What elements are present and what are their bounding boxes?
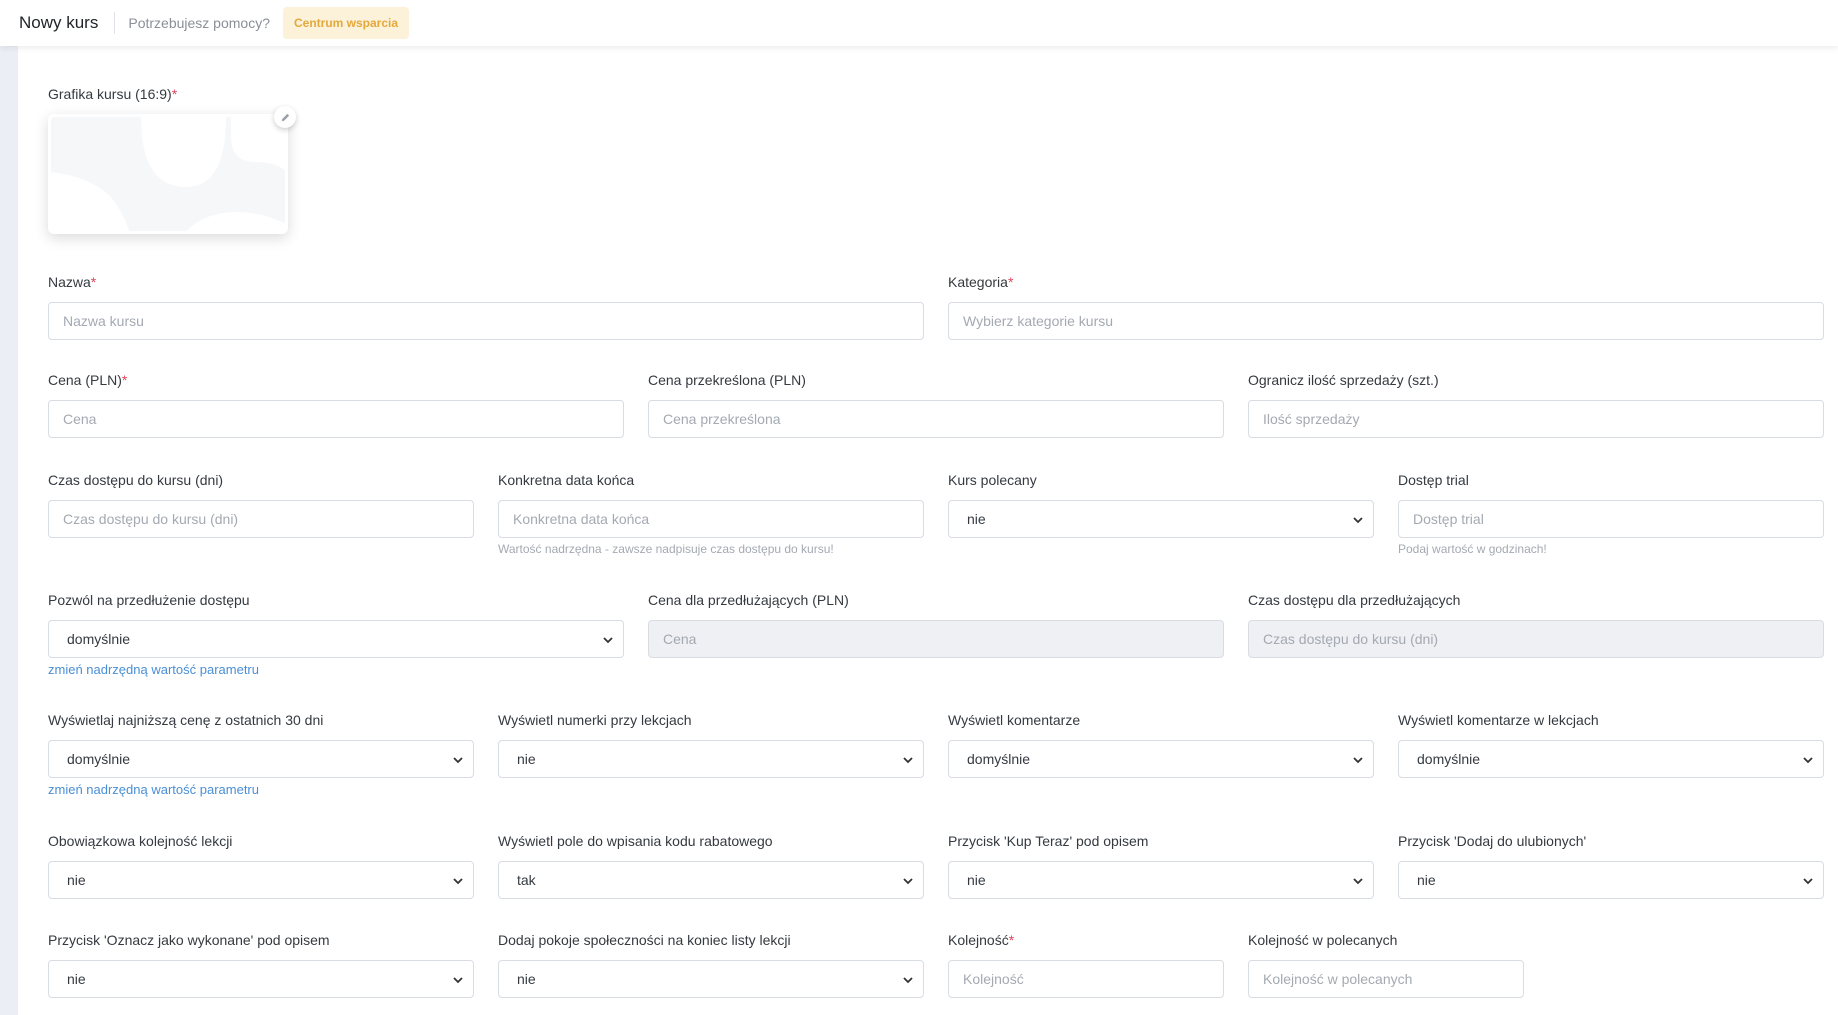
sales-limit-label: Ogranicz ilość sprzedaży (szt.) bbox=[1248, 372, 1439, 388]
extension-price-input[interactable]: Cena bbox=[648, 620, 1224, 658]
favorites-label: Przycisk 'Dodaj do ulubionych' bbox=[1398, 833, 1587, 849]
course-form: Grafika kursu (16:9)* Nazwa* Nazwa kursu… bbox=[18, 46, 1838, 1015]
recommended-course-select[interactable]: nie bbox=[948, 500, 1374, 538]
lowest-price-select[interactable]: domyślnie bbox=[48, 740, 474, 778]
image-label: Grafika kursu (16:9)* bbox=[48, 86, 177, 102]
page-title: Nowy kurs bbox=[19, 13, 99, 32]
name-label: Nazwa* bbox=[48, 274, 96, 290]
order-label-text: Kolejność bbox=[948, 932, 1009, 948]
required-marker: * bbox=[1008, 932, 1015, 948]
chevron-down-icon bbox=[453, 757, 463, 764]
community-rooms-label: Dodaj pokoje społeczności na koniec list… bbox=[498, 932, 791, 948]
image-placeholder-graphic bbox=[51, 117, 285, 231]
required-marker: * bbox=[121, 372, 128, 388]
crossed-price-label: Cena przekreślona (PLN) bbox=[648, 372, 806, 388]
mark-done-label: Przycisk 'Oznacz jako wykonane' pod opis… bbox=[48, 932, 330, 948]
access-time-label: Czas dostępu do kursu (dni) bbox=[48, 472, 224, 488]
price-label-text: Cena (PLN) bbox=[48, 372, 122, 388]
recommended-course-label: Kurs polecany bbox=[948, 472, 1037, 488]
lesson-order-value: nie bbox=[67, 872, 86, 888]
chevron-down-icon bbox=[453, 878, 463, 885]
course-image-placeholder[interactable] bbox=[48, 114, 288, 234]
buy-now-label: Przycisk 'Kup Teraz' pod opisem bbox=[948, 833, 1149, 849]
trial-access-input[interactable]: Dostęp trial bbox=[1398, 500, 1824, 538]
extension-value: domyślnie bbox=[67, 631, 131, 647]
mark-done-value: nie bbox=[67, 971, 86, 987]
favorites-value: nie bbox=[1417, 872, 1436, 888]
category-label: Kategoria* bbox=[948, 274, 1013, 290]
name-input[interactable]: Nazwa kursu bbox=[48, 302, 924, 340]
support-center-button[interactable]: Centrum wsparcia bbox=[283, 7, 410, 39]
lesson-order-label: Obowiązkowa kolejność lekcji bbox=[48, 833, 233, 849]
discount-code-label: Wyświetl pole do wpisania kodu rabatoweg… bbox=[498, 833, 773, 849]
access-time-input[interactable]: Czas dostępu do kursu (dni) bbox=[48, 500, 474, 538]
end-date-hint: Wartość nadrzędna - zawsze nadpisuje cza… bbox=[498, 542, 834, 556]
image-label-text: Grafika kursu (16:9) bbox=[48, 86, 172, 102]
lowest-price-override-link[interactable]: zmień nadrzędną wartość parametru bbox=[48, 782, 259, 797]
extension-override-link[interactable]: zmień nadrzędną wartość parametru bbox=[48, 662, 259, 677]
discount-code-value: tak bbox=[517, 872, 536, 888]
trial-access-hint: Podaj wartość w godzinach! bbox=[1398, 542, 1547, 556]
order-input[interactable]: Kolejność bbox=[948, 960, 1224, 998]
top-bar: Nowy kurs Potrzebujesz pomocy? Centrum w… bbox=[0, 0, 1838, 46]
chevron-down-icon bbox=[903, 977, 913, 984]
comments-select[interactable]: domyślnie bbox=[948, 740, 1374, 778]
required-marker: * bbox=[171, 86, 178, 102]
left-sidebar-edge bbox=[0, 46, 18, 1015]
end-date-input[interactable]: Konkretna data końca bbox=[498, 500, 924, 538]
lesson-comments-label: Wyświetl komentarze w lekcjach bbox=[1398, 712, 1599, 728]
lesson-numbers-label: Wyświetl numerki przy lekcjach bbox=[498, 712, 692, 728]
chevron-down-icon bbox=[453, 977, 463, 984]
crossed-price-input[interactable]: Cena przekreślona bbox=[648, 400, 1224, 438]
sales-limit-input[interactable]: Ilość sprzedaży bbox=[1248, 400, 1824, 438]
chevron-down-icon bbox=[903, 878, 913, 885]
edit-image-button[interactable] bbox=[274, 106, 296, 128]
extension-select[interactable]: domyślnie bbox=[48, 620, 624, 658]
chevron-down-icon bbox=[1803, 757, 1813, 764]
mark-done-select[interactable]: nie bbox=[48, 960, 474, 998]
pencil-icon bbox=[281, 113, 289, 121]
favorites-select[interactable]: nie bbox=[1398, 861, 1824, 899]
chevron-down-icon bbox=[903, 757, 913, 764]
recommended-order-input[interactable]: Kolejność w polecanych bbox=[1248, 960, 1524, 998]
community-rooms-select[interactable]: nie bbox=[498, 960, 924, 998]
category-label-text: Kategoria bbox=[948, 274, 1008, 290]
community-rooms-value: nie bbox=[517, 971, 536, 987]
lesson-comments-value: domyślnie bbox=[1417, 751, 1481, 767]
recommended-course-value: nie bbox=[967, 511, 986, 527]
trial-access-label: Dostęp trial bbox=[1398, 472, 1469, 488]
required-marker: * bbox=[90, 274, 97, 290]
price-label: Cena (PLN)* bbox=[48, 372, 127, 388]
lesson-order-select[interactable]: nie bbox=[48, 861, 474, 899]
lesson-numbers-value: nie bbox=[517, 751, 536, 767]
buy-now-select[interactable]: nie bbox=[948, 861, 1374, 899]
lowest-price-value: domyślnie bbox=[67, 751, 131, 767]
extension-time-input[interactable]: Czas dostępu do kursu (dni) bbox=[1248, 620, 1824, 658]
lesson-numbers-select[interactable]: nie bbox=[498, 740, 924, 778]
order-label: Kolejność* bbox=[948, 932, 1014, 948]
chevron-down-icon bbox=[1353, 757, 1363, 764]
chevron-down-icon bbox=[1353, 878, 1363, 885]
extension-time-label: Czas dostępu dla przedłużających bbox=[1248, 592, 1461, 608]
price-input[interactable]: Cena bbox=[48, 400, 624, 438]
help-text: Potrzebujesz pomocy? bbox=[128, 15, 270, 31]
lesson-comments-select[interactable]: domyślnie bbox=[1398, 740, 1824, 778]
recommended-order-label: Kolejność w polecanych bbox=[1248, 932, 1398, 948]
comments-value: domyślnie bbox=[967, 751, 1031, 767]
end-date-label: Konkretna data końca bbox=[498, 472, 635, 488]
comments-label: Wyświetl komentarze bbox=[948, 712, 1081, 728]
extension-label: Pozwól na przedłużenie dostępu bbox=[48, 592, 250, 608]
extension-price-label: Cena dla przedłużających (PLN) bbox=[648, 592, 849, 608]
chevron-down-icon bbox=[1803, 878, 1813, 885]
required-marker: * bbox=[1007, 274, 1014, 290]
chevron-down-icon bbox=[603, 637, 613, 644]
name-label-text: Nazwa bbox=[48, 274, 91, 290]
discount-code-select[interactable]: tak bbox=[498, 861, 924, 899]
lowest-price-label: Wyświetlaj najniższą cenę z ostatnich 30… bbox=[48, 712, 324, 728]
header-divider bbox=[114, 12, 116, 34]
buy-now-value: nie bbox=[967, 872, 986, 888]
chevron-down-icon bbox=[1353, 517, 1363, 524]
category-select[interactable]: Wybierz kategorie kursu bbox=[948, 302, 1824, 340]
